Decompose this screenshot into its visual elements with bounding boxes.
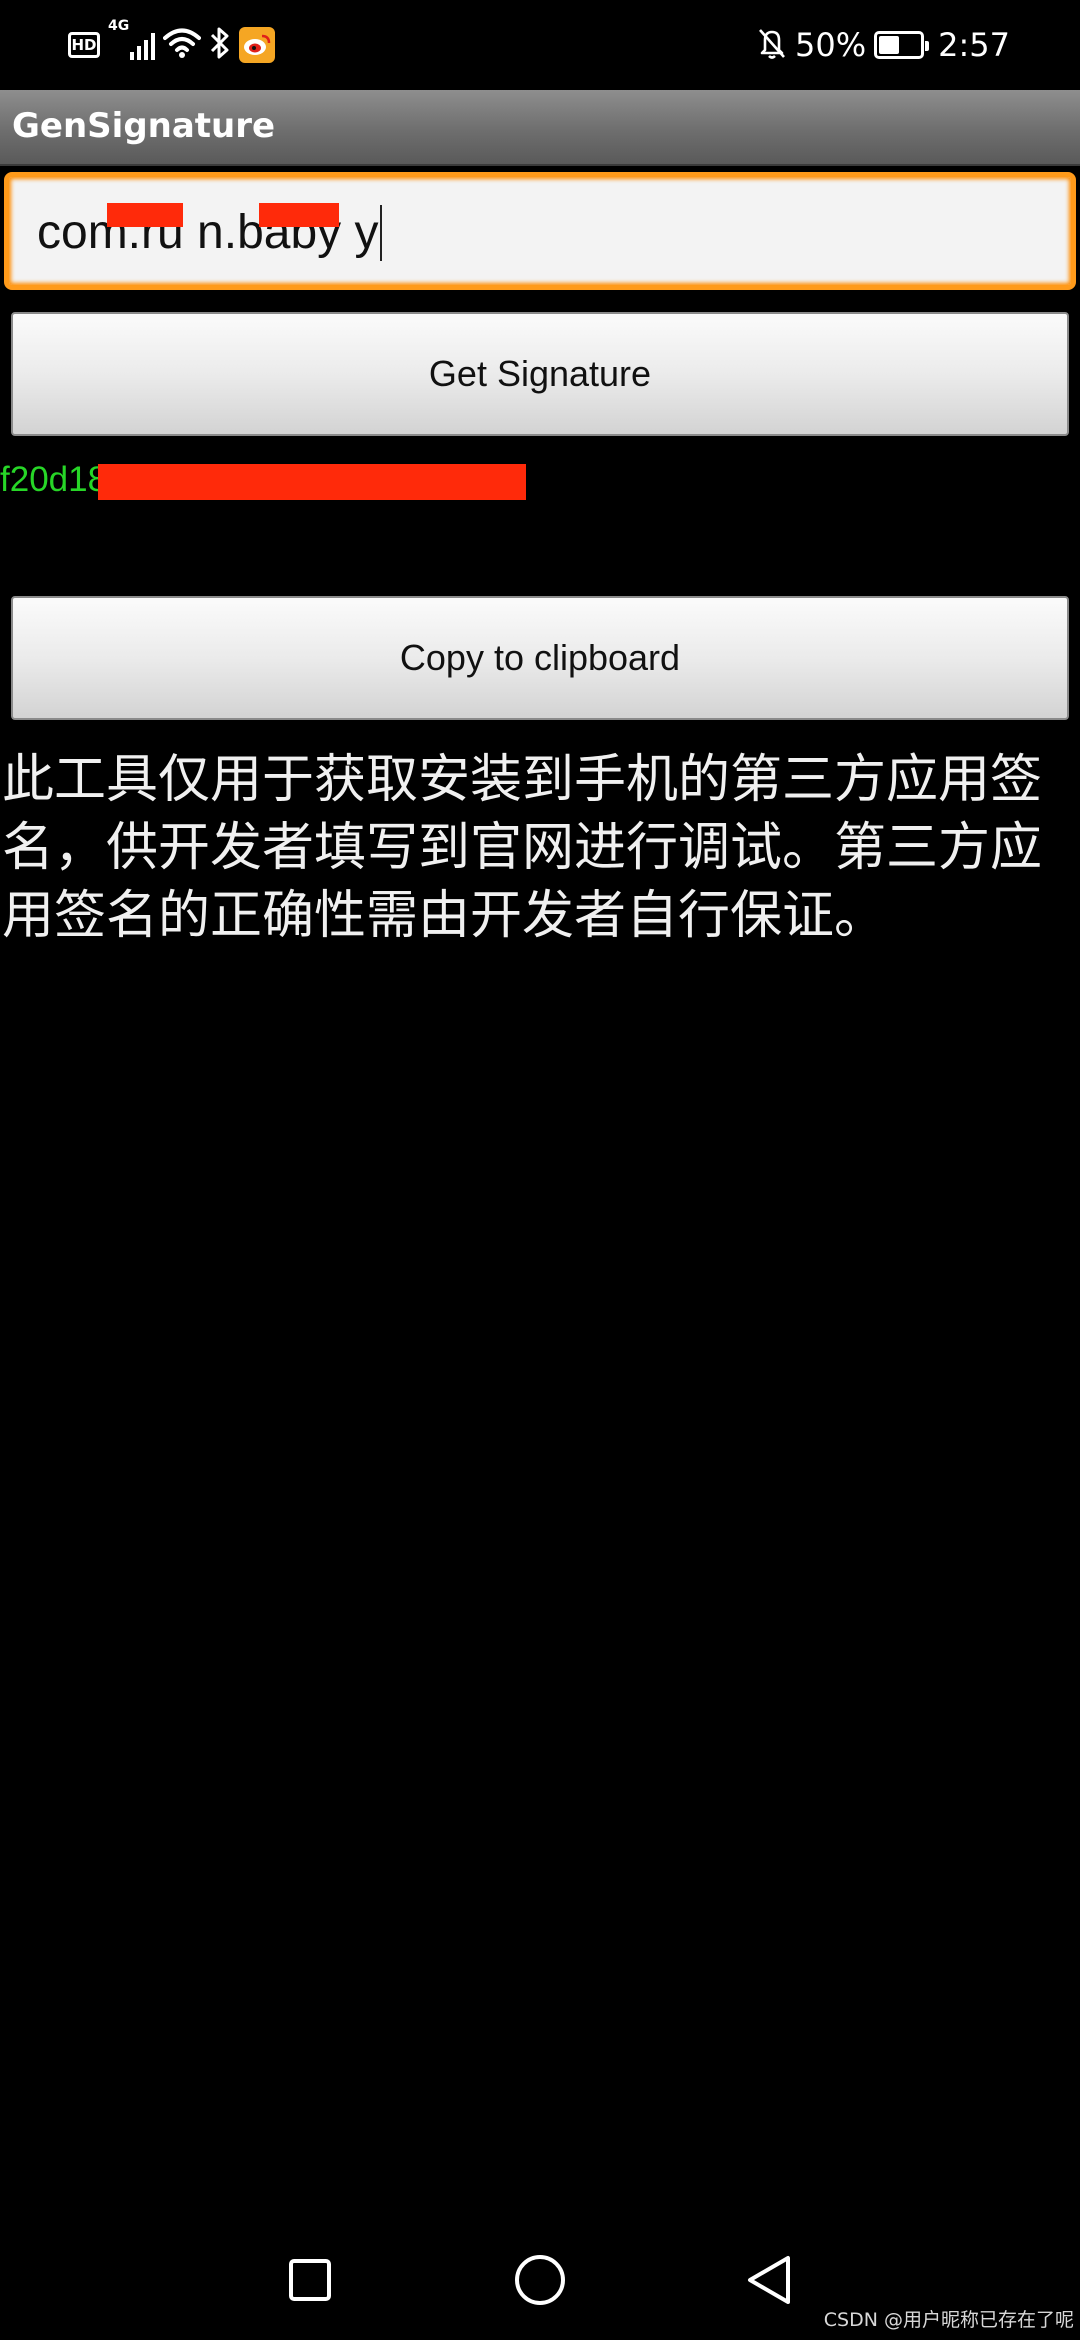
wifi-icon [163,27,201,63]
get-signature-button[interactable]: Get Signature [11,312,1069,436]
app-title: GenSignature [12,106,276,146]
redaction-mark [98,464,526,500]
signature-output: f20d18 d6df38 [0,456,1080,504]
battery-level [879,36,900,54]
package-name-input[interactable]: com.ru n.baby y [4,172,1076,290]
redaction-mark [107,203,183,227]
signal-icon: 4G [108,18,155,60]
action-bar: GenSignature [0,90,1080,166]
bell-off-icon [757,26,787,64]
back-icon[interactable] [710,2220,830,2340]
copy-to-clipboard-button[interactable]: Copy to clipboard [11,596,1069,720]
status-time: 2:57 [938,26,1010,64]
description-text: 此工具仅用于获取安装到手机的第三方应用签名，供开发者填写到官网进行调试。第三方应… [2,750,1043,946]
bluetooth-icon [209,26,231,64]
recents-icon[interactable] [250,2220,370,2340]
hd-icon: HD [68,32,100,58]
watermark: CSDN @用户昵称已存在了呢 [823,2309,1074,2331]
status-bar: HD 4G 50% 2:57 [0,0,1080,90]
status-bar-right: 50% 2:57 [757,22,1010,68]
status-bar-left: HD 4G [68,18,275,68]
battery-percent: 50% [795,26,867,64]
battery-icon [874,31,930,59]
weibo-icon [239,27,275,63]
get-signature-label: Get Signature [428,353,652,394]
network-type-label: 4G [108,18,130,34]
redaction-mark [259,203,339,227]
home-icon[interactable] [480,2220,600,2340]
text-caret [380,205,383,261]
copy-to-clipboard-label: Copy to clipboard [399,637,681,678]
